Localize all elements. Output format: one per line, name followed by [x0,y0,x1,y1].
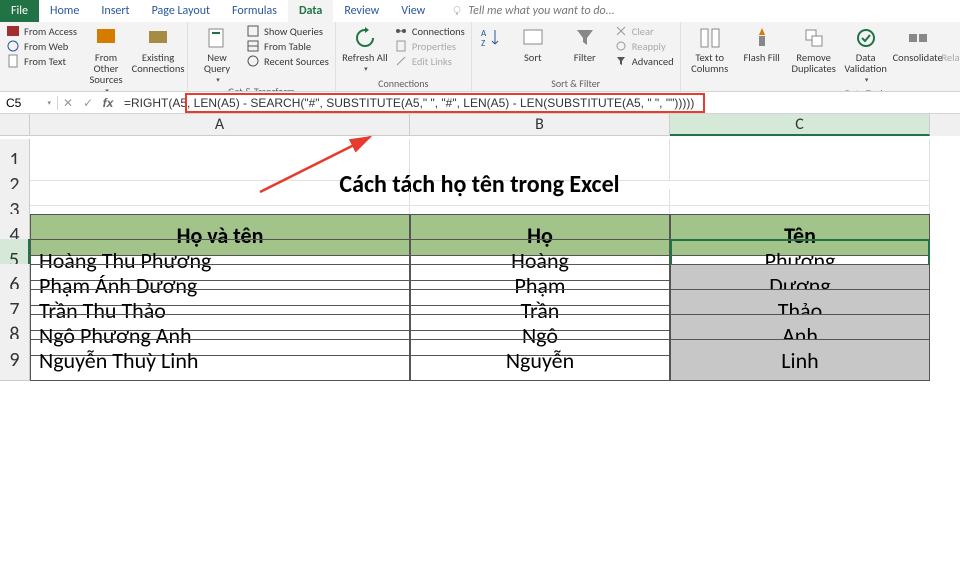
col-header-c[interactable]: C [670,114,930,136]
tab-insert[interactable]: Insert [90,0,140,22]
access-icon [6,24,20,38]
cell-c9[interactable]: Linh [670,339,930,381]
group-data-tools: Text to Columns Flash Fill Remove Duplic… [681,22,960,91]
group-label: Connections [342,75,465,91]
show-queries-icon [246,24,260,38]
clear-filter-button[interactable]: Clear [614,24,674,38]
globe-icon [6,39,20,53]
refresh-icon [353,26,377,50]
consolidate-icon [906,26,930,50]
connections-icon [394,24,408,38]
recent-icon [246,54,260,68]
tab-file[interactable]: File [0,0,39,22]
sort-az-icon: AZ [479,26,503,50]
ribbon: From Access From Web From Text From Othe… [0,22,960,92]
tab-view[interactable]: View [390,0,436,22]
name-box[interactable]: C5▾ [0,96,58,110]
edit-links-button[interactable]: Edit Links [394,54,465,68]
cell-b9[interactable]: Nguyễn [410,339,670,381]
sort-icon [521,26,545,50]
recent-sources-button[interactable]: Recent Sources [246,54,329,68]
remove-duplicates-button[interactable]: Remove Duplicates [791,24,837,74]
ribbon-tabstrip: File Home Insert Page Layout Formulas Da… [0,0,960,22]
properties-icon [394,39,408,53]
tell-me-search[interactable]: Tell me what you want to do... [436,0,960,22]
other-sources-icon [94,26,118,50]
group-sort-filter: AZ Sort Filter Clear Reapply [472,22,681,91]
text-file-icon [6,54,20,68]
new-query-icon [205,26,229,50]
filter-button[interactable]: Filter [562,24,608,63]
existing-connections-button[interactable]: Existing Connections [135,24,181,74]
group-get-transform: New Query▾ Show Queries From Table Recen… [188,22,336,91]
group-label: Sort & Filter [478,75,674,91]
show-queries-button[interactable]: Show Queries [246,24,329,38]
accept-formula-button[interactable]: ✓ [78,96,98,110]
from-access-button[interactable]: From Access [6,24,77,38]
formula-input[interactable]: =RIGHT(A5, LEN(A5) - SEARCH("#", SUBSTIT… [118,96,960,110]
sort-button[interactable]: Sort [510,24,556,63]
consolidate-button[interactable]: Consolidate [895,24,941,63]
spreadsheet-grid[interactable]: A B C 1 2 Cách tách họ tên trong Excel 3… [0,114,960,364]
refresh-all-button[interactable]: Refresh All▾ [342,24,388,72]
properties-button[interactable]: Properties [394,39,465,53]
cancel-formula-button[interactable]: ✕ [58,96,78,110]
tab-home[interactable]: Home [39,0,90,22]
connections-button[interactable]: Connections [394,24,465,38]
clear-icon [614,24,628,38]
from-other-sources-button[interactable]: From Other Sources▾ [83,24,129,92]
text-to-columns-button[interactable]: Text to Columns [687,24,733,74]
reapply-button[interactable]: Reapply [614,39,674,53]
advanced-filter-button[interactable]: Advanced [614,54,674,68]
row-header-9[interactable]: 9 [0,339,30,381]
from-text-button[interactable]: From Text [6,54,77,68]
group-get-external-data: From Access From Web From Text From Othe… [0,22,188,91]
existing-connections-icon [146,26,170,50]
edit-links-icon [394,54,408,68]
group-connections: Refresh All▾ Connections Properties Edit… [336,22,472,91]
tab-page-layout[interactable]: Page Layout [141,0,221,22]
group-label: Get & Transform [194,83,329,92]
sort-az-button[interactable]: AZ [478,24,504,50]
reapply-icon [614,39,628,53]
new-query-button[interactable]: New Query▾ [194,24,240,83]
flash-fill-icon [750,26,774,50]
data-validation-icon [854,26,878,50]
col-header-a[interactable]: A [30,114,410,136]
tell-me-placeholder: Tell me what you want to do... [468,4,614,18]
data-validation-button[interactable]: Data Validation▾ [843,24,889,83]
filter-icon [573,26,597,50]
lightbulb-icon [451,5,463,17]
tab-formulas[interactable]: Formulas [221,0,288,22]
from-table-button[interactable]: From Table [246,39,329,53]
from-table-icon [246,39,260,53]
col-header-b[interactable]: B [410,114,670,136]
tab-review[interactable]: Review [333,0,390,22]
svg-text:Z: Z [481,38,485,49]
fx-button[interactable]: fx [98,96,118,110]
flash-fill-button[interactable]: Flash Fill [739,24,785,63]
formula-bar: C5▾ ✕ ✓ fx =RIGHT(A5, LEN(A5) - SEARCH("… [0,92,960,114]
group-label: Data Tools [687,85,960,92]
text-to-columns-icon [698,26,722,50]
tab-data[interactable]: Data [288,0,333,22]
relationships-button[interactable]: Relationships [947,24,960,63]
select-all-corner[interactable] [0,114,30,136]
from-web-button[interactable]: From Web [6,39,77,53]
advanced-icon [614,54,628,68]
cell-a9[interactable]: Nguyễn Thuỳ Linh [30,339,410,381]
remove-duplicates-icon [802,26,826,50]
